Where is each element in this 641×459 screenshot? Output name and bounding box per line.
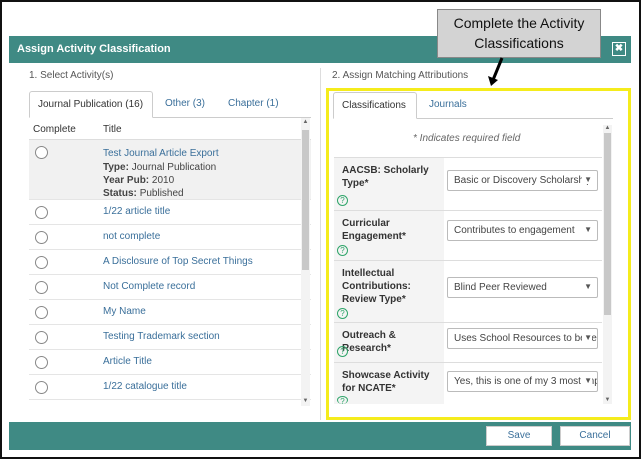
table-row[interactable]: Article Title <box>29 350 311 375</box>
table-row[interactable]: 1/22 article title <box>29 200 311 225</box>
table-row[interactable]: Not Complete record <box>29 275 311 300</box>
chevron-down-icon: ▼ <box>582 225 592 234</box>
activity-title-link[interactable]: not complete <box>103 231 160 242</box>
outreach-research-select[interactable]: Uses School Resources to benefit ▼ <box>447 328 598 349</box>
table-row-selected[interactable]: Test Journal Article Export Type: Journa… <box>29 140 311 200</box>
help-icon[interactable]: ? <box>337 346 348 357</box>
table-row[interactable]: 1/22 catalogue title <box>29 375 311 400</box>
complete-radio[interactable] <box>35 206 48 219</box>
callout-line-1: Complete the Activity <box>453 15 585 31</box>
complete-radio[interactable] <box>35 356 48 369</box>
attribute-label: AACSB: Scholarly Type* <box>334 158 444 210</box>
activity-title-link[interactable]: Test Journal Article Export <box>103 148 219 159</box>
table-row[interactable]: My Name <box>29 300 311 325</box>
attributes-scrollbar[interactable]: ▲ ▼ <box>603 125 612 404</box>
complete-radio[interactable] <box>35 306 48 319</box>
scroll-up-icon[interactable]: ▲ <box>604 125 611 132</box>
activity-title-link[interactable]: Article Title <box>103 356 152 367</box>
tab-journals[interactable]: Journals <box>421 92 475 119</box>
complete-radio[interactable] <box>35 331 48 344</box>
complete-radio[interactable] <box>35 231 48 244</box>
save-button[interactable]: Save <box>486 426 552 446</box>
activity-title-link[interactable]: My Name <box>103 306 146 317</box>
scrollbar-thumb[interactable] <box>302 130 309 270</box>
curricular-engagement-select[interactable]: Contributes to engagement ▼ <box>447 220 598 241</box>
dialog-title: Assign Activity Classification <box>17 43 171 55</box>
tab-classifications[interactable]: Classifications <box>333 92 417 119</box>
activity-table-scrollbar[interactable]: ▲ ▼ <box>301 118 310 406</box>
activity-status: Status: Published <box>103 188 184 199</box>
activity-title-link[interactable]: 1/22 catalogue title <box>103 381 187 392</box>
tab-journal-publication[interactable]: Journal Publication (16) <box>29 91 153 118</box>
required-note: * Indicates required field <box>413 133 521 144</box>
attribute-label: Outreach & Research* <box>334 323 444 362</box>
chevron-down-icon: ▼ <box>582 333 592 342</box>
annotation-callout: Complete the Activity Classifications <box>437 9 601 58</box>
table-row[interactable]: A Disclosure of Top Secret Things <box>29 250 311 275</box>
activity-title-link[interactable]: A Disclosure of Top Secret Things <box>103 256 253 267</box>
scholarly-type-select[interactable]: Basic or Discovery Scholarship ▼ <box>447 170 598 191</box>
table-row[interactable]: Testing Trademark section <box>29 325 311 350</box>
activity-table: Complete Title Test Journal Article Expo… <box>29 118 311 406</box>
help-icon[interactable]: ? <box>337 396 348 404</box>
help-icon[interactable]: ? <box>337 308 348 319</box>
callout-line-2: Classifications <box>474 35 564 51</box>
activity-title-link[interactable]: Not Complete record <box>103 281 195 292</box>
panel-divider <box>320 68 321 420</box>
chevron-down-icon: ▼ <box>582 175 592 184</box>
scroll-up-icon[interactable]: ▲ <box>302 119 309 126</box>
help-icon[interactable]: ? <box>337 195 348 206</box>
table-header: Complete Title <box>29 118 311 140</box>
scrollbar-thumb[interactable] <box>604 133 611 315</box>
chevron-down-icon: ▼ <box>582 282 592 291</box>
close-icon[interactable]: ✖ <box>612 42 626 56</box>
column-header-complete: Complete <box>33 124 76 135</box>
dialog-footer: Save Cancel <box>9 422 631 450</box>
activity-year: Year Pub: 2010 <box>103 175 175 186</box>
tab-other[interactable]: Other (3) <box>157 91 213 118</box>
attribute-label: Intellectual Contributions: Review Type* <box>334 261 444 322</box>
left-section-title: 1. Select Activity(s) <box>29 70 114 81</box>
chevron-down-icon: ▼ <box>582 376 592 385</box>
review-type-select[interactable]: Blind Peer Reviewed ▼ <box>447 277 598 298</box>
tab-chapter[interactable]: Chapter (1) <box>220 91 287 118</box>
attribution-tabs: Classifications Journals <box>333 92 613 119</box>
cancel-button[interactable]: Cancel <box>560 426 630 446</box>
column-header-title: Title <box>103 124 122 135</box>
showcase-activity-select[interactable]: Yes, this is one of my 3 most important▼ <box>447 371 598 392</box>
attribute-label: Showcase Activity for NCATE* <box>334 363 444 404</box>
table-row[interactable]: not complete <box>29 225 311 250</box>
scroll-down-icon[interactable]: ▼ <box>604 397 611 404</box>
complete-radio[interactable] <box>35 281 48 294</box>
scroll-down-icon[interactable]: ▼ <box>302 398 309 405</box>
callout-arrow-icon <box>488 57 504 86</box>
activity-tabs: Journal Publication (16) Other (3) Chapt… <box>29 91 311 118</box>
activity-title-link[interactable]: 1/22 article title <box>103 206 170 217</box>
attribute-label: Curricular Engagement* <box>334 211 444 260</box>
help-icon[interactable]: ? <box>337 245 348 256</box>
activity-title-link[interactable]: Testing Trademark section <box>103 331 220 342</box>
right-section-title: 2. Assign Matching Attributions <box>332 70 469 81</box>
complete-radio[interactable] <box>35 381 48 394</box>
complete-radio[interactable] <box>35 146 48 159</box>
complete-radio[interactable] <box>35 256 48 269</box>
activity-type: Type: Journal Publication <box>103 162 217 173</box>
